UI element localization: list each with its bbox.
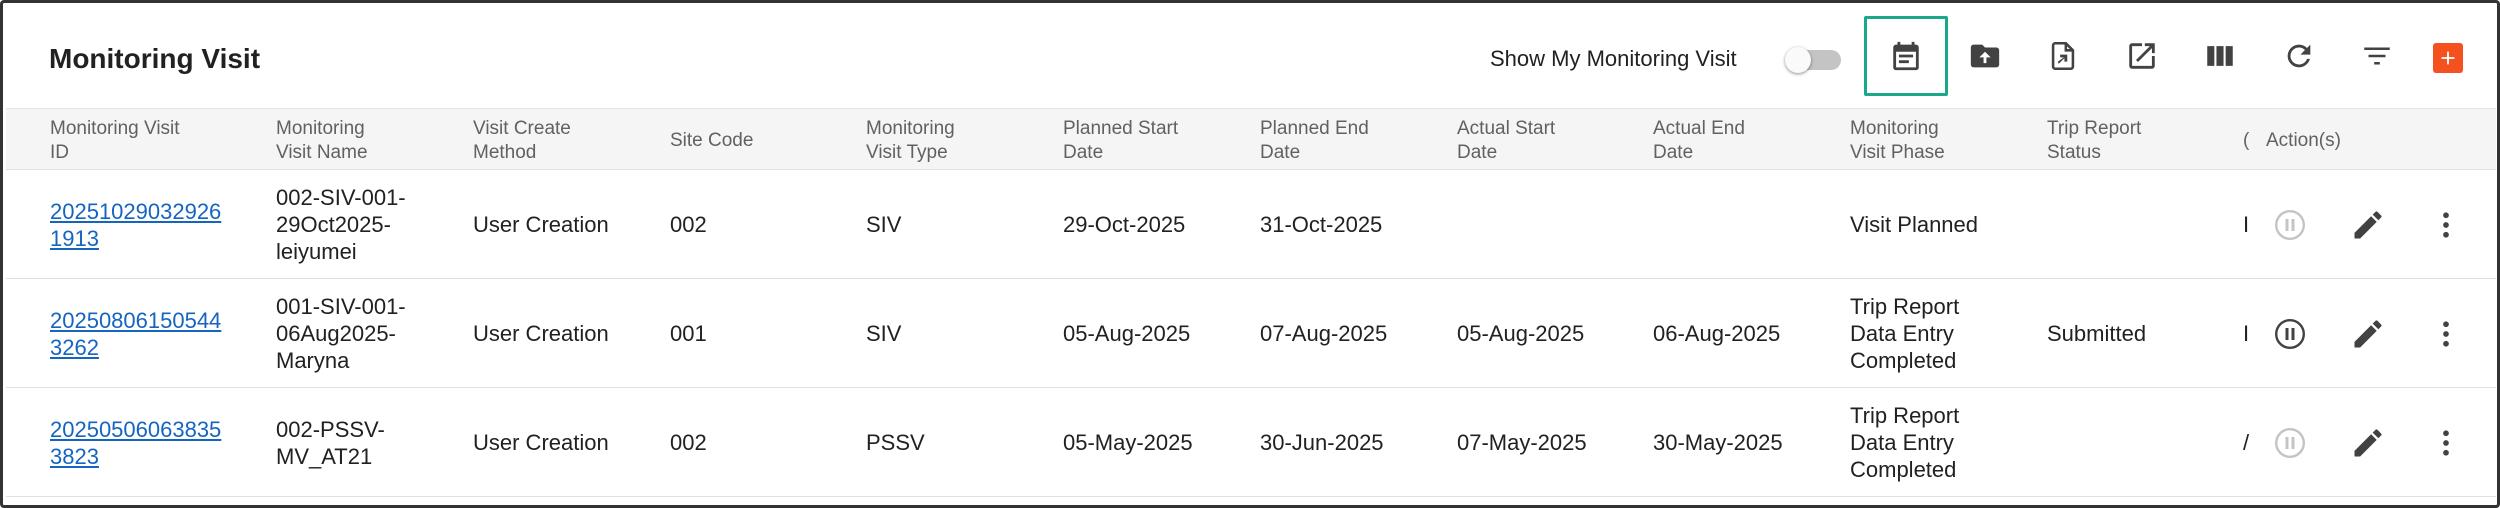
- site-code: 002: [670, 212, 707, 237]
- column-header-visit-id[interactable]: Monitoring Visit ID: [50, 117, 180, 165]
- pause-visit-button[interactable]: [2268, 170, 2312, 279]
- show-my-visits-label: Show My Monitoring Visit: [1490, 46, 1737, 71]
- column-header-planned-start[interactable]: Planned Start Date: [1063, 117, 1178, 165]
- export-button[interactable]: [2041, 34, 2085, 78]
- column-header-actions: Action(s): [2266, 130, 2341, 151]
- more-actions-button[interactable]: [2426, 279, 2466, 388]
- visit-name: 002-SIV-001- 29Oct2025- leiyumei: [276, 185, 406, 264]
- visit-type: SIV: [866, 212, 902, 237]
- column-header-trip-report-status[interactable]: Trip Report Status: [2047, 117, 2141, 165]
- create-method: User Creation: [473, 430, 609, 455]
- show-my-visits-toggle[interactable]: [1785, 47, 1843, 73]
- visit-id-link[interactable]: 20251029032926 1913: [50, 170, 221, 279]
- toggle-knob: [1785, 47, 1811, 73]
- visit-name: 002-PSSV- MV_AT21: [276, 416, 385, 469]
- column-header-planned-end[interactable]: Planned End Date: [1260, 117, 1369, 165]
- more-actions-button[interactable]: [2426, 388, 2466, 497]
- planned-end-date: 07-Aug-2025: [1260, 321, 1388, 346]
- pause-visit-button[interactable]: [2268, 279, 2312, 388]
- planned-start-date: 29-Oct-2025: [1063, 212, 1186, 237]
- table-header: Monitoring Visit ID Monitoring Visit Nam…: [6, 108, 2496, 170]
- calendar-view-button[interactable]: [1884, 34, 1928, 78]
- visit-type: SIV: [866, 321, 902, 346]
- edit-visit-button[interactable]: [2346, 170, 2390, 279]
- column-header-visit-type[interactable]: Monitoring Visit Type: [866, 117, 955, 165]
- pause-circle-icon: [2275, 427, 2305, 458]
- visit-id-link[interactable]: 20250806150544 3262: [50, 279, 221, 388]
- column-header-site-code[interactable]: Site Code: [670, 129, 753, 153]
- create-method: User Creation: [473, 212, 609, 237]
- actual-start-date: 05-Aug-2025: [1457, 321, 1585, 346]
- column-settings-button[interactable]: [2198, 34, 2242, 78]
- more-vertical-icon: [2443, 211, 2449, 238]
- planned-end-date: 30-Jun-2025: [1260, 430, 1384, 455]
- clipped-cell: I: [2243, 212, 2250, 237]
- column-header-visit-name[interactable]: Monitoring Visit Name: [276, 117, 368, 165]
- table-row: 20250506063835 3823 002-PSSV- MV_AT21 User…: [6, 388, 2496, 497]
- more-vertical-icon: [2443, 320, 2449, 347]
- visit-type: PSSV: [866, 430, 925, 455]
- import-button[interactable]: [1963, 34, 2007, 78]
- create-method: User Creation: [473, 321, 609, 346]
- visit-id-link[interactable]: 20250506063835 3823: [50, 388, 221, 497]
- visit-phase: Visit Planned: [1850, 212, 1979, 237]
- more-actions-button[interactable]: [2426, 170, 2466, 279]
- add-monitoring-visit-button[interactable]: [2433, 43, 2463, 73]
- column-header-create-method[interactable]: Visit Create Method: [473, 117, 571, 165]
- column-header-actual-end[interactable]: Actual End Date: [1653, 117, 1745, 165]
- page-title: Monitoring Visit: [49, 43, 261, 74]
- column-header-clipped[interactable]: (: [2243, 129, 2251, 153]
- planned-end-date: 31-Oct-2025: [1260, 212, 1383, 237]
- table-row: 20251029032926 1913 002-SIV-001- 29Oct202…: [6, 170, 2496, 279]
- planned-start-date: 05-Aug-2025: [1063, 321, 1191, 346]
- planned-start-date: 05-May-2025: [1063, 430, 1193, 455]
- trip-report-status: Submitted: [2047, 321, 2147, 346]
- pause-circle-icon: [2275, 209, 2305, 240]
- site-code: 002: [670, 430, 707, 455]
- pencil-icon: [2354, 428, 2382, 456]
- pause-circle-icon: [2275, 318, 2305, 349]
- table-row: 20250806150544 3262 001-SIV-001- 06Aug202…: [6, 279, 2496, 388]
- columns-icon: [2207, 46, 2233, 66]
- filter-button[interactable]: [2355, 34, 2399, 78]
- pause-visit-button[interactable]: [2268, 388, 2312, 497]
- column-header-visit-phase[interactable]: Monitoring Visit Phase: [1850, 117, 1945, 165]
- actual-end-date: 30-May-2025: [1653, 430, 1783, 455]
- refresh-icon: [2287, 44, 2311, 68]
- pencil-icon: [2354, 319, 2382, 347]
- visit-name: 001-SIV-001- 06Aug2025- Maryna: [276, 294, 406, 373]
- edit-visit-button[interactable]: [2346, 279, 2390, 388]
- open-in-new-window-button[interactable]: [2120, 34, 2164, 78]
- add-icon: [2441, 51, 2455, 65]
- monitoring-visit-panel: Monitoring Visit Show My Monitoring Visi…: [0, 0, 2500, 508]
- calendar-icon: [1893, 41, 1919, 71]
- clipped-cell: /: [2243, 430, 2250, 455]
- toolbar: Monitoring Visit Show My Monitoring Visi…: [3, 3, 2497, 107]
- filter-icon: [2364, 47, 2390, 65]
- edit-visit-button[interactable]: [2346, 388, 2390, 497]
- export-file-icon: [2051, 41, 2075, 71]
- actual-start-date: 07-May-2025: [1457, 430, 1587, 455]
- upload-folder-icon: [1970, 44, 2000, 68]
- clipped-cell: I: [2243, 321, 2250, 346]
- pencil-icon: [2354, 210, 2382, 238]
- visit-phase: Trip Report Data Entry Completed: [1850, 294, 1960, 373]
- actual-end-date: 06-Aug-2025: [1653, 321, 1781, 346]
- column-header-actual-start[interactable]: Actual Start Date: [1457, 117, 1555, 165]
- site-code: 001: [670, 321, 707, 346]
- open-external-icon: [2129, 43, 2155, 69]
- more-vertical-icon: [2443, 429, 2449, 456]
- visit-phase: Trip Report Data Entry Completed: [1850, 403, 1960, 482]
- refresh-button[interactable]: [2277, 34, 2321, 78]
